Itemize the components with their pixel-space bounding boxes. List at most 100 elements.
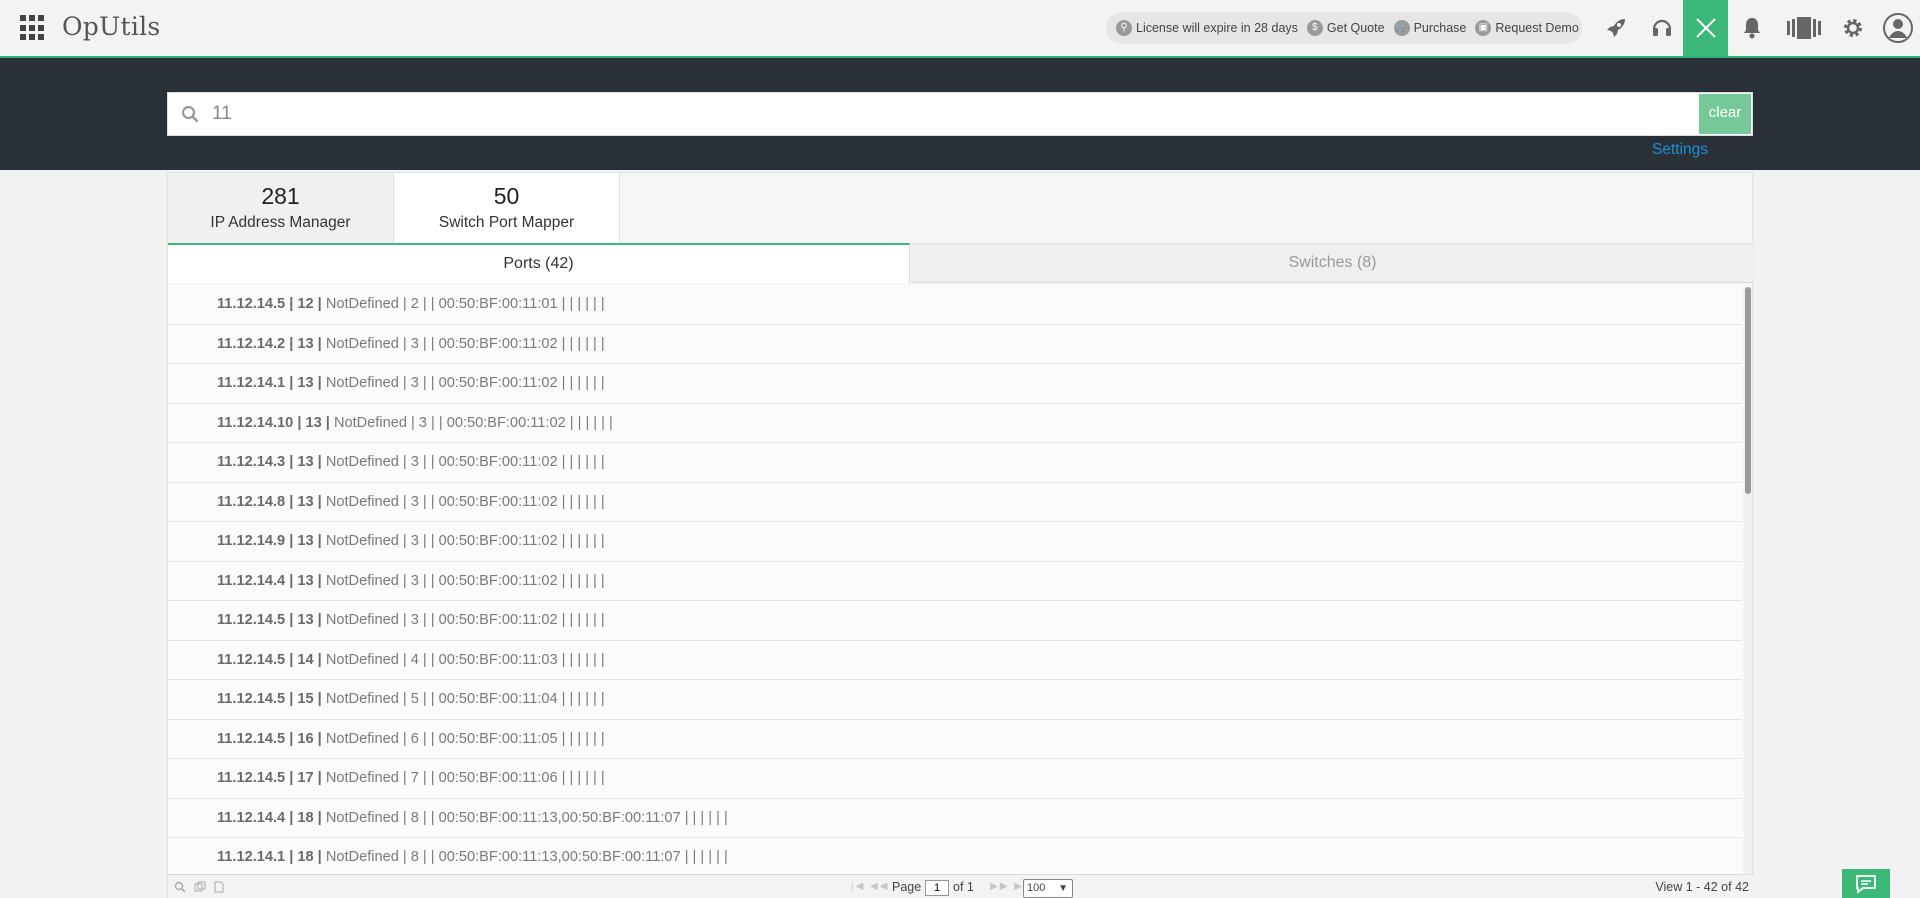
row-details: NotDefined | 3 | | 00:50:BF:00:11:02 | |…: [325, 533, 605, 549]
row-details: NotDefined | 8 | | 00:50:BF:00:11:13,00:…: [325, 809, 728, 826]
clear-button[interactable]: clear: [1699, 94, 1751, 134]
row-port: 13: [297, 612, 314, 628]
license-notice: ⚲ License will expire in 28 days: [1116, 20, 1298, 36]
page-total: of 1: [953, 880, 974, 894]
copy-icon[interactable]: [194, 881, 206, 893]
top-header: OpUtils ⚲ License will expire in 28 days…: [0, 0, 1920, 58]
list-item[interactable]: 11.12.14.1 | 18 | NotDefined | 8 | | 00:…: [168, 838, 1742, 874]
row-ip: 11.12.14.5: [217, 296, 286, 312]
search-band: clear: [0, 58, 1920, 170]
close-icon: [1695, 18, 1716, 38]
global-search-input[interactable]: [212, 93, 1662, 135]
pager-bar: |◀ ◀◀ Page of 1 ▶▶ ▶| 100 ▼ View 1 - 42 …: [168, 874, 1754, 898]
row-ip: 11.12.14.5: [217, 691, 286, 707]
list-item[interactable]: 11.12.14.5 | 14 | NotDefined | 4 | | 00:…: [168, 641, 1742, 680]
row-port: 13: [297, 335, 314, 352]
list-item[interactable]: 11.12.14.5 | 16 | NotDefined | 6 | | 00:…: [168, 720, 1742, 759]
user-avatar-icon[interactable]: [1883, 13, 1913, 43]
page-label: Page: [892, 880, 922, 894]
list-item[interactable]: 11.12.14.4 | 18 | NotDefined | 8 | | 00:…: [168, 799, 1742, 838]
row-details: NotDefined | 7 | | 00:50:BF:00:11:06 | |…: [325, 770, 605, 786]
tab-switches[interactable]: Switches (8): [911, 243, 1754, 283]
list-item[interactable]: 11.12.14.4 | 13 | NotDefined | 3 | | 00:…: [168, 562, 1742, 601]
row-ip: 11.12.14.3: [217, 454, 286, 470]
row-port: 15: [297, 691, 314, 707]
gear-icon[interactable]: [1839, 14, 1867, 42]
close-search-button[interactable]: [1683, 0, 1728, 56]
license-icon: ⚲: [1116, 20, 1132, 36]
row-ip: 11.12.14.9: [217, 533, 286, 549]
headset-icon[interactable]: [1648, 14, 1676, 42]
row-ip: 11.12.14.5: [217, 651, 286, 668]
document-icon[interactable]: [213, 881, 225, 893]
row-port: 13: [297, 572, 314, 589]
license-pill: ⚲ License will expire in 28 days $ Get Q…: [1106, 12, 1582, 44]
cart-icon: 🛒: [1393, 20, 1410, 36]
row-details: NotDefined | 3 | | 00:50:BF:00:11:02 | |…: [325, 572, 605, 589]
row-ip: 11.12.14.5: [217, 612, 286, 628]
dollar-icon: $: [1306, 20, 1323, 36]
row-ip: 11.12.14.2: [217, 335, 286, 352]
list-item[interactable]: 11.12.14.5 | 17 | NotDefined | 7 | | 00:…: [168, 759, 1742, 799]
ports-list: 11.12.14.5 | 12 | NotDefined | 2 | | 00:…: [168, 285, 1742, 874]
module-label: Switch Port Mapper: [438, 214, 575, 231]
row-details: NotDefined | 3 | | 00:50:BF:00:11:02 | |…: [325, 335, 605, 352]
view-range: View 1 - 42 of 42: [1655, 880, 1749, 894]
row-details: NotDefined | 3 | | 00:50:BF:00:11:02 | |…: [333, 414, 613, 431]
list-item[interactable]: 11.12.14.5 | 12 | NotDefined | 2 | | 00:…: [168, 285, 1742, 325]
row-port: 17: [297, 770, 314, 786]
page-size-select[interactable]: 100 ▼: [1023, 879, 1073, 898]
sub-tabs: Ports (42) Switches (8): [168, 243, 1754, 283]
row-details: NotDefined | 3 | | 00:50:BF:00:11:02 | |…: [325, 454, 605, 470]
row-details: NotDefined | 3 | | 00:50:BF:00:11:02 | |…: [325, 493, 605, 510]
scroll-thumb[interactable]: [1745, 287, 1751, 494]
chevron-down-icon: ▼: [1058, 883, 1068, 894]
slides-icon[interactable]: [1787, 14, 1821, 42]
list-item[interactable]: 11.12.14.5 | 13 | NotDefined | 3 | | 00:…: [168, 601, 1742, 641]
row-details: NotDefined | 5 | | 00:50:BF:00:11:04 | |…: [325, 691, 605, 707]
row-port: 18: [297, 849, 314, 865]
settings-link[interactable]: Settings: [1652, 141, 1708, 159]
row-port: 13: [297, 493, 314, 510]
list-item[interactable]: 11.12.14.5 | 15 | NotDefined | 5 | | 00:…: [168, 680, 1742, 720]
list-item[interactable]: 11.12.14.10 | 13 | NotDefined | 3 | | 00…: [168, 404, 1742, 443]
app-grid-icon[interactable]: [20, 15, 46, 41]
row-ip: 11.12.14.1: [217, 849, 286, 865]
purchase-link[interactable]: 🛒 Purchase: [1393, 20, 1466, 36]
row-details: NotDefined | 3 | | 00:50:BF:00:11:02 | |…: [325, 375, 605, 391]
bell-icon[interactable]: [1738, 14, 1766, 42]
list-scrollbar[interactable]: [1744, 287, 1752, 873]
tab-ports[interactable]: Ports (42): [168, 243, 910, 283]
row-ip: 11.12.14.4: [217, 572, 286, 589]
brand-logo: OpUtils: [62, 12, 161, 41]
list-item[interactable]: 11.12.14.8 | 13 | NotDefined | 3 | | 00:…: [168, 483, 1742, 522]
module-tab-ip-address-manager[interactable]: 281 IP Address Manager: [168, 173, 394, 243]
row-ip: 11.12.14.5: [217, 770, 286, 786]
chat-button[interactable]: [1842, 869, 1890, 898]
get-quote-link[interactable]: $ Get Quote: [1306, 20, 1385, 36]
search-icon: [181, 105, 199, 128]
row-details: NotDefined | 2 | | 00:50:BF:00:11:01 | |…: [325, 296, 605, 312]
row-port: 14: [297, 651, 314, 668]
row-details: NotDefined | 4 | | 00:50:BF:00:11:03 | |…: [325, 651, 605, 668]
search-toolbar-icon[interactable]: [174, 881, 186, 893]
row-port: 16: [297, 730, 314, 747]
module-tab-switch-port-mapper[interactable]: 50 Switch Port Mapper: [394, 173, 620, 243]
row-ip: 11.12.14.8: [217, 493, 286, 510]
list-item[interactable]: 11.12.14.3 | 13 | NotDefined | 3 | | 00:…: [168, 443, 1742, 483]
row-details: NotDefined | 8 | | 00:50:BF:00:11:13,00:…: [325, 849, 728, 865]
module-count: 50: [493, 183, 520, 209]
demo-icon: ▣: [1475, 20, 1492, 36]
list-item[interactable]: 11.12.14.1 | 13 | NotDefined | 3 | | 00:…: [168, 364, 1742, 404]
row-ip: 11.12.14.1: [217, 375, 286, 391]
page-number-input[interactable]: [925, 880, 949, 896]
request-demo-link[interactable]: ▣ Request Demo: [1475, 20, 1579, 36]
first-prev-page-icon[interactable]: |◀ ◀◀: [851, 881, 889, 892]
module-label: IP Address Manager: [210, 214, 351, 231]
row-details: NotDefined | 6 | | 00:50:BF:00:11:05 | |…: [325, 730, 605, 747]
row-port: 13: [305, 414, 322, 431]
list-item[interactable]: 11.12.14.9 | 13 | NotDefined | 3 | | 00:…: [168, 522, 1742, 562]
list-item[interactable]: 11.12.14.2 | 13 | NotDefined | 3 | | 00:…: [168, 325, 1742, 364]
rocket-icon[interactable]: [1602, 14, 1630, 42]
chat-icon: [1856, 874, 1876, 894]
